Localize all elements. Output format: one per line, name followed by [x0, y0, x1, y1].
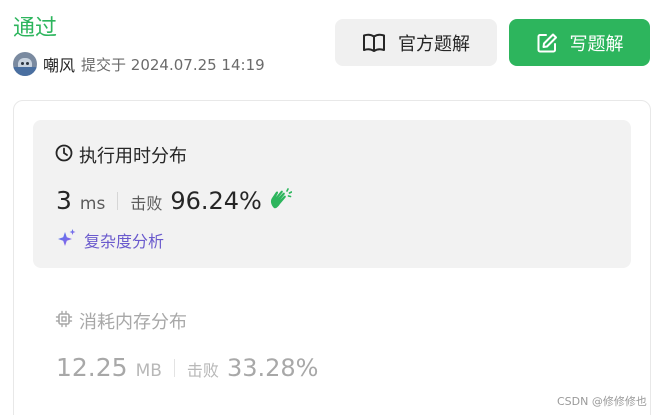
memory-stats: 12.25 MB 击败 33.28% [56, 353, 318, 382]
complexity-analysis-link[interactable]: 复杂度分析 [57, 228, 164, 252]
submission-status: 通过 [13, 16, 58, 41]
write-solution-button[interactable]: 写题解 [509, 19, 650, 66]
runtime-beats-value: 96.24% [170, 187, 262, 215]
submitted-time: 提交于 2024.07.25 14:19 [81, 55, 265, 74]
chip-icon [55, 310, 73, 333]
runtime-title: 执行用时分布 [79, 146, 187, 167]
runtime-value: 3 [56, 186, 72, 215]
clock-icon [55, 144, 73, 167]
write-solution-label: 写题解 [569, 33, 624, 55]
divider [117, 191, 119, 210]
memory-value: 12.25 [56, 353, 128, 382]
memory-unit: MB [135, 361, 162, 381]
avatar[interactable] [13, 52, 37, 76]
memory-beats-value: 33.28% [226, 354, 319, 382]
memory-card[interactable]: 消耗内存分布 12.25 MB 击败 33.28% [33, 298, 631, 398]
book-icon [362, 33, 386, 53]
divider [173, 358, 175, 377]
official-solution-button[interactable]: 官方题解 [335, 19, 497, 66]
memory-title: 消耗内存分布 [79, 312, 187, 333]
watermark: CSDN @修修修也 [557, 395, 647, 408]
official-solution-label: 官方题解 [398, 33, 470, 55]
runtime-stats: 3 ms 击败 96.24% [56, 186, 293, 215]
username[interactable]: 嘲风 [43, 52, 75, 76]
runtime-unit: ms [79, 194, 106, 214]
submission-meta: 嘲风 提交于 2024.07.25 14:19 [13, 52, 265, 76]
runtime-header: 执行用时分布 [55, 142, 187, 168]
memory-beats-label: 击败 [186, 361, 219, 380]
memory-header: 消耗内存分布 [55, 308, 187, 334]
complexity-analysis-label: 复杂度分析 [84, 232, 165, 251]
sparkle-icon [57, 228, 77, 252]
runtime-beats-label: 击败 [130, 194, 163, 213]
clapping-hands-icon [268, 187, 293, 214]
runtime-card[interactable]: 执行用时分布 3 ms 击败 96.24% 复杂度分析 [33, 120, 631, 268]
edit-icon [536, 32, 558, 54]
submission-result-page: 通过 嘲风 提交于 2024.07.25 14:19 官方题解 写题解 执行用时… [0, 0, 660, 415]
